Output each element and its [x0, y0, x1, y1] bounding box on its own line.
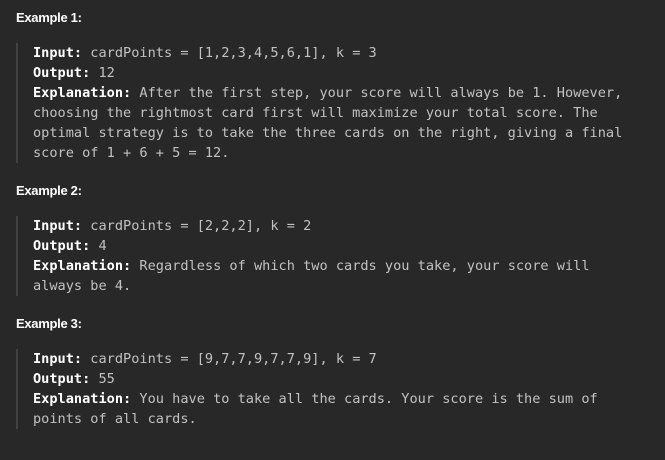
example-block: Input: cardPoints = [2,2,2], k = 2 Outpu… [16, 216, 643, 296]
explanation-label: Explanation: [33, 258, 132, 274]
input-label: Input: [33, 351, 83, 367]
input-value: cardPoints = [1,2,3,4,5,6,1], k = 3 [90, 45, 377, 61]
output-value: 55 [98, 371, 115, 387]
example-block: Input: cardPoints = [1,2,3,4,5,6,1], k =… [16, 43, 643, 163]
example-2: Example 2: Input: cardPoints = [2,2,2], … [16, 163, 665, 296]
example-1: Example 1: Input: cardPoints = [1,2,3,4,… [16, 0, 665, 163]
example-3: Example 3: Input: cardPoints = [9,7,7,9,… [16, 296, 665, 429]
output-label: Output: [33, 65, 91, 81]
output-value: 12 [98, 65, 115, 81]
input-value: cardPoints = [9,7,7,9,7,7,9], k = 7 [90, 351, 377, 367]
input-label: Input: [33, 218, 83, 234]
explanation-label: Explanation: [33, 391, 132, 407]
output-label: Output: [33, 371, 91, 387]
input-value: cardPoints = [2,2,2], k = 2 [90, 218, 312, 234]
example-heading: Example 1: [16, 10, 82, 25]
input-label: Input: [33, 45, 83, 61]
output-value: 4 [98, 238, 107, 254]
example-heading: Example 2: [16, 183, 82, 198]
example-block: Input: cardPoints = [9,7,7,9,7,7,9], k =… [16, 349, 643, 429]
explanation-label: Explanation: [33, 85, 132, 101]
examples-section: Example 1: Input: cardPoints = [1,2,3,4,… [0, 0, 665, 429]
example-heading: Example 3: [16, 316, 82, 331]
output-label: Output: [33, 238, 91, 254]
